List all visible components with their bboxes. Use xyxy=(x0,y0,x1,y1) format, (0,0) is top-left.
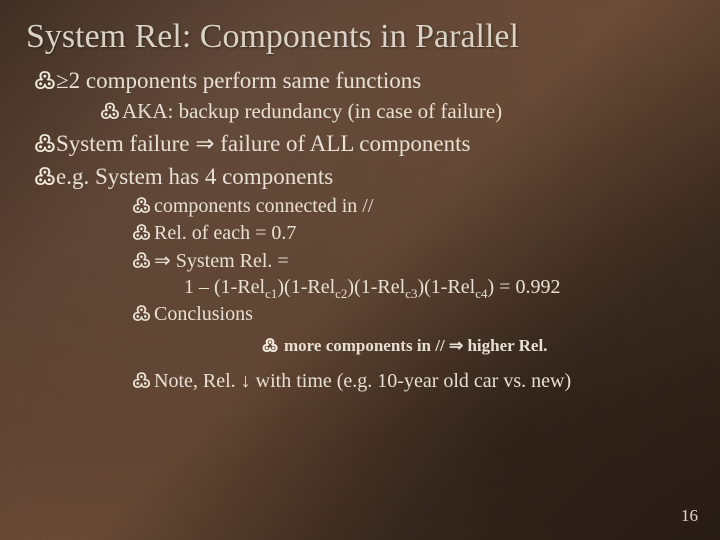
subscript: c4 xyxy=(475,286,487,301)
bullet-icon: ߷ xyxy=(132,301,154,327)
formula-line: 1 – (1-Relc1)(1-Relc2)(1-Relc3)(1-Relc4)… xyxy=(158,274,694,300)
bullet-list-level-2: ߷AKA: backup redundancy (in case of fail… xyxy=(98,97,694,125)
bullet-icon: ߷ xyxy=(132,248,154,274)
list-item: ߷e.g. System has 4 components ߷component… xyxy=(32,161,694,395)
list-item-text: ≥2 components perform same functions xyxy=(56,68,421,93)
bullet-list-level-1: ߷≥2 components perform same functions ߷A… xyxy=(32,65,694,394)
bullet-icon: ߷ xyxy=(262,334,284,359)
list-item-text: Note, Rel. ↓ with time (e.g. 10-year old… xyxy=(154,370,571,392)
bullet-icon: ߷ xyxy=(132,220,154,246)
formula-part: )(1-Rel xyxy=(277,276,335,298)
formula-part: 1 – (1-Rel xyxy=(184,276,265,298)
list-item: ߷⇒ System Rel. = 1 – (1-Relc1)(1-Relc2)(… xyxy=(130,248,694,301)
list-item: ߷AKA: backup redundancy (in case of fail… xyxy=(98,97,694,125)
list-item-text: AKA: backup redundancy (in case of failu… xyxy=(122,99,502,123)
list-item-text: more components in // ⇒ higher Rel. xyxy=(284,336,547,355)
list-item: ߷Conclusions ߷more components in // ⇒ hi… xyxy=(130,301,694,358)
bullet-icon: ߷ xyxy=(34,161,56,192)
list-item-text: ⇒ System Rel. = xyxy=(154,250,289,272)
bullet-list-level-3: ߷components connected in // ߷Rel. of eac… xyxy=(130,193,694,395)
slide: System Rel: Components in Parallel ߷≥2 c… xyxy=(0,0,720,540)
bullet-icon: ߷ xyxy=(34,128,56,159)
bullet-icon: ߷ xyxy=(132,193,154,219)
list-item-text: e.g. System has 4 components xyxy=(56,164,333,189)
list-item-text: Conclusions xyxy=(154,303,253,325)
formula-part: )(1-Rel xyxy=(347,276,405,298)
list-item-text: Rel. of each = 0.7 xyxy=(154,222,296,244)
list-item-text: System failure ⇒ failure of ALL componen… xyxy=(56,131,470,156)
formula-part: )(1-Rel xyxy=(417,276,475,298)
list-item: ߷components connected in // xyxy=(130,193,694,219)
list-item: ߷Rel. of each = 0.7 xyxy=(130,220,694,246)
list-item-text: components connected in // xyxy=(154,195,373,217)
list-item: ߷System failure ⇒ failure of ALL compone… xyxy=(32,128,694,159)
list-item: ߷≥2 components perform same functions ߷A… xyxy=(32,65,694,125)
page-number: 16 xyxy=(681,506,698,526)
bullet-icon: ߷ xyxy=(132,368,154,394)
subscript: c2 xyxy=(335,286,347,301)
bullet-icon: ߷ xyxy=(100,97,122,125)
formula-part: ) = 0.992 xyxy=(488,276,561,298)
bullet-icon: ߷ xyxy=(34,65,56,96)
subscript: c1 xyxy=(265,286,277,301)
bullet-list-level-4: ߷more components in // ⇒ higher Rel. xyxy=(260,334,694,359)
list-item: ߷more components in // ⇒ higher Rel. xyxy=(260,334,694,359)
slide-title: System Rel: Components in Parallel xyxy=(26,18,694,55)
subscript: c3 xyxy=(405,286,417,301)
list-item: ߷Note, Rel. ↓ with time (e.g. 10-year ol… xyxy=(130,368,694,394)
